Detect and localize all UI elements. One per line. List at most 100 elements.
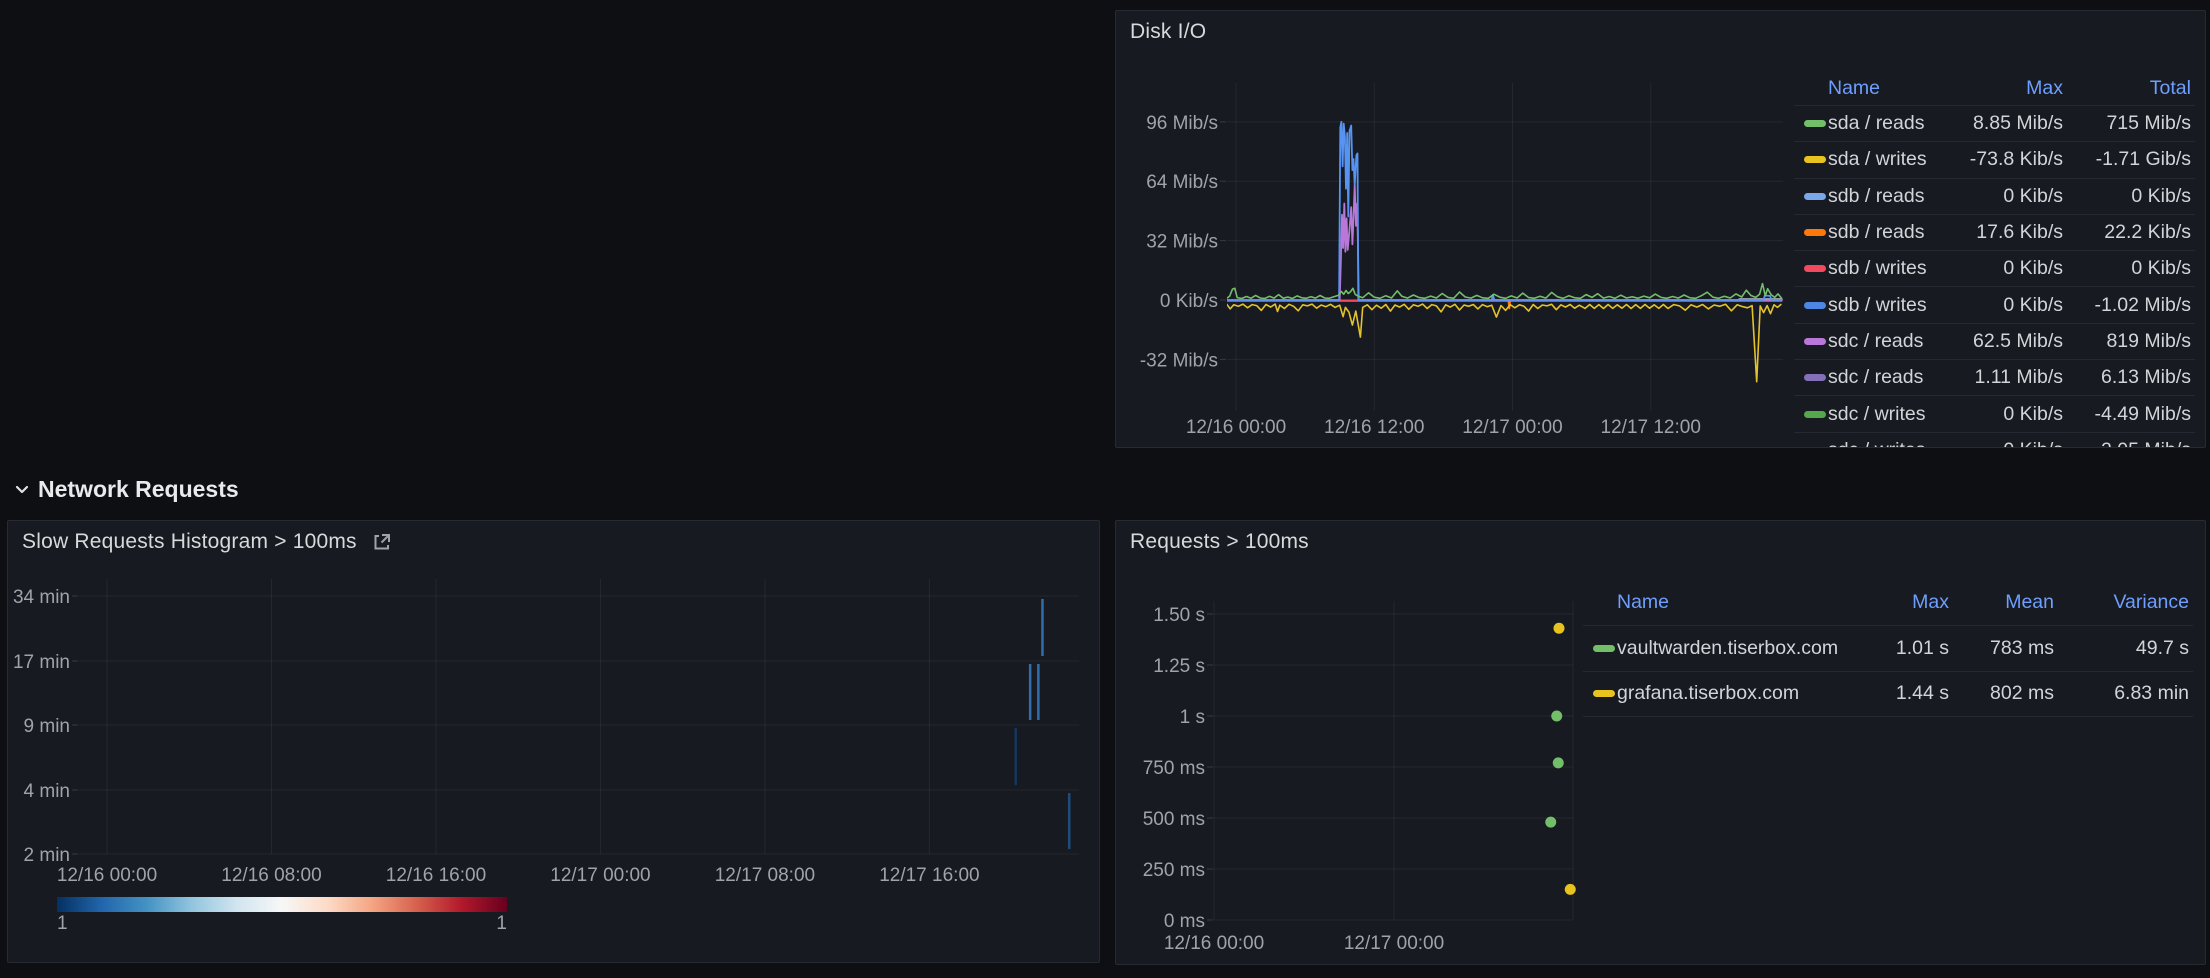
scatter-point (1565, 884, 1576, 895)
x-tick-label: 12/17 12:00 (1601, 417, 1701, 438)
legend-header-total[interactable]: Total (2067, 77, 2195, 100)
legend-swatch-cell (1794, 447, 1828, 448)
legend-value-total: 6.13 Mib/s (2067, 366, 2195, 389)
legend-header-mean[interactable]: Mean (1953, 591, 2058, 614)
legend-row: sdc / reads62.5 Mib/s819 Mib/s (1794, 324, 2195, 360)
legend-swatch-cell (1794, 156, 1828, 163)
heatmap-cell (1029, 664, 1032, 720)
legend-series-name[interactable]: sdb / writes (1828, 294, 1947, 317)
requests-legend: NameMaxMeanVariancevaultwarden.tiserbox.… (1583, 580, 2193, 717)
series-color-swatch (1804, 265, 1826, 272)
legend-value-variance: 6.83 min (2058, 682, 2193, 705)
legend-series-name[interactable]: sda / reads (1828, 112, 1947, 135)
legend-series-name[interactable]: sdc / writes (1828, 403, 1947, 426)
scatter-point (1554, 623, 1565, 634)
section-title: Network Requests (38, 476, 239, 503)
chevron-down-icon (14, 481, 30, 497)
legend-row: sdb / writes0 Kib/s-1.02 Mib/s (1794, 287, 2195, 323)
heatmap-cell (1068, 793, 1071, 849)
x-tick-label: 12/16 00:00 (57, 865, 157, 886)
x-tick-label: 12/17 00:00 (550, 865, 650, 886)
legend-header-name[interactable]: Name (1828, 77, 1947, 100)
legend-row: vaultwarden.tiserbox.com1.01 s783 ms49.7… (1583, 626, 2193, 672)
y-tick-label: 17 min (13, 652, 70, 673)
series-color-swatch (1804, 374, 1826, 381)
y-tick-label: 2 min (24, 845, 70, 866)
series-sda-writes (1227, 304, 1781, 382)
legend-value-total: -2.05 Mib/s (2067, 439, 2195, 448)
y-tick-label: 34 min (13, 587, 70, 608)
legend-value-total: -1.71 Gib/s (2067, 148, 2195, 171)
legend-header-max[interactable]: Max (1947, 77, 2067, 100)
legend-value-max: 1.01 s (1853, 637, 1953, 660)
x-tick-label: 12/16 16:00 (386, 865, 486, 886)
x-tick-label: 12/16 12:00 (1324, 417, 1424, 438)
histogram-chart[interactable]: 12/16 00:0012/16 08:0012/16 16:0012/17 0… (8, 521, 1099, 962)
legend-series-name[interactable]: sdc / writes (1828, 439, 1947, 448)
y-tick-label: 750 ms (1143, 758, 1205, 779)
legend-value-max: 0 Kib/s (1947, 294, 2067, 317)
legend-series-name[interactable]: sda / writes (1828, 148, 1947, 171)
legend-value-max: 0 Kib/s (1947, 403, 2067, 426)
legend-header-name[interactable]: Name (1617, 591, 1853, 614)
legend-series-name[interactable]: sdb / reads (1828, 221, 1947, 244)
legend-value-max: 62.5 Mib/s (1947, 330, 2067, 353)
legend-series-name[interactable]: sdb / writes (1828, 257, 1947, 280)
disk-io-legend: NameMaxTotalsda / reads8.85 Mib/s715 Mib… (1794, 71, 2195, 448)
legend-series-name[interactable]: sdc / reads (1828, 366, 1947, 389)
colorbar-min-label: 1 (57, 913, 68, 935)
x-tick-label: 12/16 00:00 (1186, 417, 1286, 438)
x-tick-label: 12/17 00:00 (1462, 417, 1562, 438)
legend-row: grafana.tiserbox.com1.44 s802 ms6.83 min (1583, 672, 2193, 718)
legend-series-name[interactable]: vaultwarden.tiserbox.com (1617, 637, 1853, 660)
legend-header-row: NameMaxMeanVariance (1583, 580, 2193, 626)
y-tick-label: 9 min (24, 716, 70, 737)
legend-swatch-cell (1794, 411, 1828, 418)
legend-series-name[interactable]: grafana.tiserbox.com (1617, 682, 1853, 705)
legend-swatch-cell (1794, 193, 1828, 200)
series-color-swatch (1804, 193, 1826, 200)
legend-header-variance[interactable]: Variance (2058, 591, 2193, 614)
series-color-swatch (1804, 156, 1826, 163)
legend-header-row: NameMaxTotal (1794, 71, 2195, 106)
series-color-swatch (1804, 411, 1826, 418)
y-tick-label: -32 Mib/s (1140, 350, 1218, 371)
x-tick-label: 12/16 00:00 (1164, 933, 1264, 954)
series-color-swatch (1804, 229, 1826, 236)
legend-value-total: -4.49 Mib/s (2067, 403, 2195, 426)
legend-value-mean: 783 ms (1953, 637, 2058, 660)
x-tick-label: 12/17 16:00 (879, 865, 979, 886)
legend-value-max: 0 Kib/s (1947, 257, 2067, 280)
y-tick-label: 250 ms (1143, 860, 1205, 881)
legend-swatch-cell (1583, 645, 1617, 652)
series-color-swatch (1804, 447, 1826, 448)
legend-row: sdb / reads0 Kib/s0 Kib/s (1794, 179, 2195, 215)
legend-value-max: 0 Kib/s (1947, 439, 2067, 448)
heatmap-cell (1015, 728, 1018, 785)
legend-swatch-cell (1794, 302, 1828, 309)
legend-value-max: 1.44 s (1853, 682, 1953, 705)
legend-value-max: 0 Kib/s (1947, 185, 2067, 208)
heatmap-cell (1041, 599, 1044, 656)
series-reads-burst-blue- (1227, 122, 1782, 300)
y-tick-label: 32 Mib/s (1146, 232, 1218, 253)
legend-value-max: -73.8 Kib/s (1947, 148, 2067, 171)
series-sda-reads (1227, 284, 1782, 299)
scatter-point (1551, 711, 1562, 722)
legend-value-max: 8.85 Mib/s (1947, 112, 2067, 135)
colorbar-max-label: 1 (496, 913, 507, 935)
legend-swatch-cell (1794, 229, 1828, 236)
legend-swatch-cell (1583, 690, 1617, 697)
legend-value-total: -1.02 Mib/s (2067, 294, 2195, 317)
slow-requests-histogram-panel: Slow Requests Histogram > 100ms 12/16 00… (7, 520, 1100, 963)
legend-row: sdb / reads17.6 Kib/s22.2 Kib/s (1794, 215, 2195, 251)
section-network-requests[interactable]: Network Requests (14, 474, 239, 504)
series-color-swatch (1804, 302, 1826, 309)
legend-header-max[interactable]: Max (1853, 591, 1953, 614)
legend-row: sdc / writes0 Kib/s-2.05 Mib/s (1794, 433, 2195, 448)
series-color-swatch (1804, 120, 1826, 127)
requests-panel: Requests > 100ms 12/16 00:0012/17 00:001… (1115, 520, 2206, 965)
legend-value-total: 0 Kib/s (2067, 257, 2195, 280)
legend-series-name[interactable]: sdb / reads (1828, 185, 1947, 208)
legend-series-name[interactable]: sdc / reads (1828, 330, 1947, 353)
